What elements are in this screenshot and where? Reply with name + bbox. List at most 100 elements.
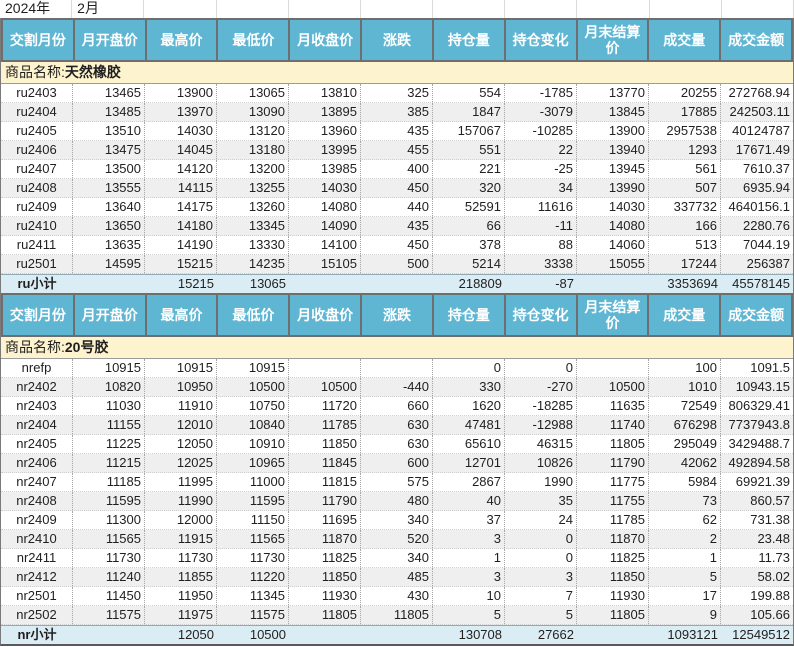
- value-cell[interactable]: -3079: [505, 103, 577, 121]
- value-cell[interactable]: 14115: [145, 179, 217, 197]
- value-cell[interactable]: 11850: [289, 435, 361, 453]
- value-cell[interactable]: 6935.94: [721, 179, 793, 197]
- contract-cell[interactable]: nrefp: [1, 359, 73, 377]
- value-cell[interactable]: 40124787: [721, 122, 793, 140]
- value-cell[interactable]: 14090: [289, 217, 361, 235]
- value-cell[interactable]: 242503.11: [721, 103, 793, 121]
- empty-cell[interactable]: [289, 0, 361, 18]
- column-header[interactable]: 月开盘价: [74, 20, 145, 60]
- value-cell[interactable]: 660: [361, 397, 433, 415]
- value-cell[interactable]: 13895: [289, 103, 361, 121]
- value-cell[interactable]: 13475: [73, 141, 145, 159]
- value-cell[interactable]: 88: [505, 236, 577, 254]
- value-cell[interactable]: 385: [361, 103, 433, 121]
- value-cell[interactable]: 37: [433, 511, 505, 529]
- value-cell[interactable]: 11616: [505, 198, 577, 216]
- value-cell[interactable]: 13555: [73, 179, 145, 197]
- contract-cell[interactable]: nr2408: [1, 492, 73, 510]
- value-cell[interactable]: 7610.37: [721, 160, 793, 178]
- value-cell[interactable]: 62: [649, 511, 721, 529]
- value-cell[interactable]: 11740: [577, 416, 649, 434]
- value-cell[interactable]: 69921.39: [721, 473, 793, 491]
- value-cell[interactable]: 12025: [145, 454, 217, 472]
- value-cell[interactable]: 42062: [649, 454, 721, 472]
- value-cell[interactable]: 199.88: [721, 587, 793, 605]
- value-cell[interactable]: 10840: [217, 416, 289, 434]
- value-cell[interactable]: 1620: [433, 397, 505, 415]
- empty-cell[interactable]: [722, 0, 794, 18]
- contract-cell[interactable]: nr2502: [1, 606, 73, 624]
- value-cell[interactable]: 13640: [73, 198, 145, 216]
- value-cell[interactable]: 14060: [577, 236, 649, 254]
- value-cell[interactable]: 554: [433, 84, 505, 102]
- value-cell[interactable]: 676298: [649, 416, 721, 434]
- value-cell[interactable]: [361, 359, 433, 377]
- value-cell[interactable]: 11450: [73, 587, 145, 605]
- value-cell[interactable]: 17244: [649, 255, 721, 273]
- value-cell[interactable]: 34: [505, 179, 577, 197]
- empty-cell[interactable]: [650, 0, 722, 18]
- value-cell[interactable]: 11565: [73, 530, 145, 548]
- value-cell[interactable]: 47481: [433, 416, 505, 434]
- value-cell[interactable]: 12050: [145, 435, 217, 453]
- value-cell[interactable]: 13945: [577, 160, 649, 178]
- value-cell[interactable]: 10750: [217, 397, 289, 415]
- value-cell[interactable]: 11855: [145, 568, 217, 586]
- contract-cell[interactable]: nr2412: [1, 568, 73, 586]
- value-cell[interactable]: 11975: [145, 606, 217, 624]
- value-cell[interactable]: 13995: [289, 141, 361, 159]
- value-cell[interactable]: -18285: [505, 397, 577, 415]
- column-header[interactable]: 月开盘价: [74, 295, 145, 335]
- value-cell[interactable]: 630: [361, 416, 433, 434]
- contract-cell[interactable]: nr2403: [1, 397, 73, 415]
- value-cell[interactable]: 551: [433, 141, 505, 159]
- value-cell[interactable]: 12010: [145, 416, 217, 434]
- value-cell[interactable]: 561: [649, 160, 721, 178]
- column-header[interactable]: 持仓量: [433, 20, 504, 60]
- value-cell[interactable]: 11995: [145, 473, 217, 491]
- value-cell[interactable]: 11730: [73, 549, 145, 567]
- value-cell[interactable]: 13940: [577, 141, 649, 159]
- value-cell[interactable]: 11805: [361, 606, 433, 624]
- subtotal-value-cell[interactable]: [577, 275, 649, 293]
- value-cell[interactable]: 58.02: [721, 568, 793, 586]
- value-cell[interactable]: 14080: [289, 198, 361, 216]
- value-cell[interactable]: 3338: [505, 255, 577, 273]
- subtotal-value-cell[interactable]: [361, 626, 433, 644]
- value-cell[interactable]: 10500: [289, 378, 361, 396]
- value-cell[interactable]: 13650: [73, 217, 145, 235]
- value-cell[interactable]: 435: [361, 122, 433, 140]
- value-cell[interactable]: 14595: [73, 255, 145, 273]
- value-cell[interactable]: 11575: [217, 606, 289, 624]
- value-cell[interactable]: 450: [361, 179, 433, 197]
- value-cell[interactable]: 11805: [289, 606, 361, 624]
- value-cell[interactable]: 0: [505, 359, 577, 377]
- value-cell[interactable]: 7737943.8: [721, 416, 793, 434]
- value-cell[interactable]: 5214: [433, 255, 505, 273]
- value-cell[interactable]: -11: [505, 217, 577, 235]
- value-cell[interactable]: 221: [433, 160, 505, 178]
- value-cell[interactable]: 325: [361, 84, 433, 102]
- contract-cell[interactable]: ru2408: [1, 179, 73, 197]
- value-cell[interactable]: 17885: [649, 103, 721, 121]
- value-cell[interactable]: 1010: [649, 378, 721, 396]
- value-cell[interactable]: 11695: [289, 511, 361, 529]
- contract-cell[interactable]: nr2409: [1, 511, 73, 529]
- contract-cell[interactable]: ru2409: [1, 198, 73, 216]
- subtotal-value-cell[interactable]: [361, 275, 433, 293]
- value-cell[interactable]: 11755: [577, 492, 649, 510]
- value-cell[interactable]: -25: [505, 160, 577, 178]
- value-cell[interactable]: 507: [649, 179, 721, 197]
- value-cell[interactable]: 14030: [577, 198, 649, 216]
- value-cell[interactable]: 485: [361, 568, 433, 586]
- value-cell[interactable]: 13485: [73, 103, 145, 121]
- empty-cell[interactable]: [144, 0, 217, 18]
- value-cell[interactable]: 435: [361, 217, 433, 235]
- value-cell[interactable]: 13180: [217, 141, 289, 159]
- value-cell[interactable]: 11790: [289, 492, 361, 510]
- value-cell[interactable]: 2280.76: [721, 217, 793, 235]
- contract-cell[interactable]: nr2501: [1, 587, 73, 605]
- value-cell[interactable]: -1785: [505, 84, 577, 102]
- value-cell[interactable]: 23.48: [721, 530, 793, 548]
- value-cell[interactable]: 3: [433, 530, 505, 548]
